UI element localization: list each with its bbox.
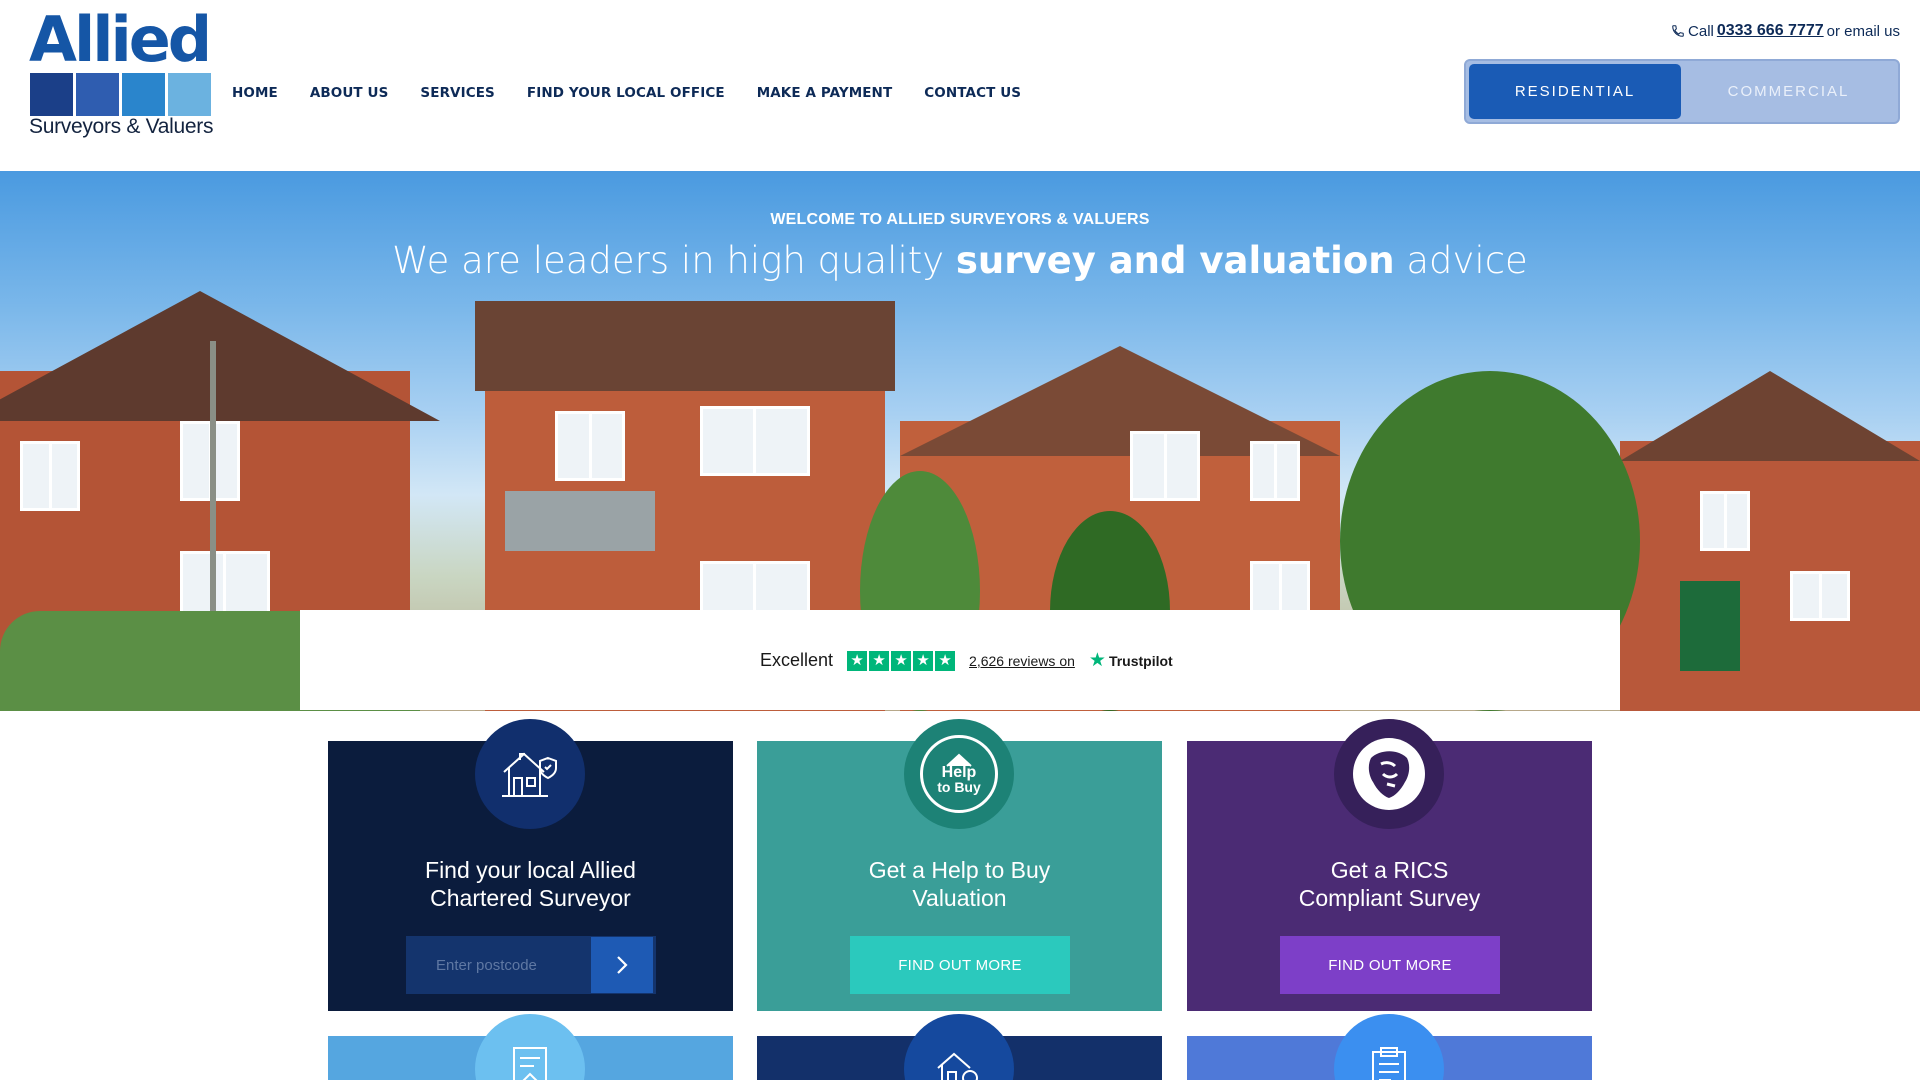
hero-headline: We are leaders in high quality survey an…	[0, 239, 1920, 282]
card-help-to-buy: Help to Buy Get a Help to Buy Valuation …	[757, 719, 1162, 1011]
nav-make-payment[interactable]: MAKE A PAYMENT	[757, 85, 893, 101]
sector-toggle: RESIDENTIAL COMMERCIAL	[1464, 59, 1900, 124]
residential-toggle-button[interactable]: RESIDENTIAL	[1469, 64, 1681, 119]
card-help-to-buy-title-line1: Get a Help to Buy	[868, 857, 1051, 883]
card-rics-survey-icon-circle	[1334, 719, 1444, 829]
logo-wordmark: Allied	[29, 3, 212, 76]
help-to-buy-badge-line2: to Buy	[937, 779, 981, 795]
card-row2-2[interactable]	[757, 1014, 1162, 1080]
rics-lion-icon	[1353, 738, 1425, 810]
card-row2-1[interactable]	[328, 1014, 733, 1080]
trustpilot-stars: ★ ★ ★ ★ ★	[847, 650, 956, 671]
contact-info: Call 0333 666 7777 or email us	[1671, 22, 1900, 40]
card-row2-2-icon-circle	[904, 1014, 1014, 1080]
postcode-input[interactable]	[406, 936, 591, 994]
card-find-surveyor-title-line2: Chartered Surveyor	[430, 885, 631, 911]
house-search-icon	[937, 1052, 978, 1080]
card-row2-3[interactable]	[1187, 1014, 1592, 1080]
document-house-icon	[513, 1047, 547, 1080]
contact-prefix: Call	[1688, 22, 1714, 40]
help-to-buy-badge-icon: Help to Buy	[920, 735, 998, 813]
hero-kicker: WELCOME TO ALLIED SURVEYORS & VALUERS	[770, 211, 1150, 228]
house-shield-icon	[502, 752, 557, 797]
card-rics-survey: Get a RICS Compliant Survey FIND OUT MOR…	[1187, 719, 1592, 1011]
commercial-toggle-button[interactable]: COMMERCIAL	[1681, 64, 1896, 119]
star-icon: ★	[869, 650, 890, 671]
help-to-buy-badge-line1: Help	[941, 764, 977, 781]
star-icon: ★	[847, 650, 868, 671]
phone-icon	[1672, 25, 1684, 37]
trustpilot-widget[interactable]: Excellent ★ ★ ★ ★ ★ 2,626 reviews on ★ Tr…	[760, 649, 1173, 672]
star-icon: ★	[891, 650, 912, 671]
trustpilot-reviews-link[interactable]: 2,626 reviews on	[969, 653, 1075, 669]
nav-about-us[interactable]: ABOUT US	[310, 85, 389, 101]
trustpilot-star-icon: ★	[1088, 650, 1106, 671]
help-to-buy-find-out-more-button[interactable]: FIND OUT MORE	[850, 936, 1070, 994]
card-help-to-buy-title: Get a Help to Buy Valuation	[757, 856, 1162, 912]
chevron-right-icon	[617, 956, 628, 974]
card-find-surveyor-icon-circle	[475, 719, 585, 829]
card-find-surveyor: Find your local Allied Chartered Surveyo…	[328, 719, 733, 1011]
nav-contact-us[interactable]: CONTACT US	[924, 85, 1021, 101]
postcode-search	[406, 936, 656, 994]
nav-find-local-office[interactable]: FIND YOUR LOCAL OFFICE	[527, 85, 725, 101]
card-rics-survey-title-line1: Get a RICS	[1330, 857, 1449, 883]
logo-square-3	[122, 73, 165, 116]
trustpilot-brand: Trustpilot	[1108, 652, 1173, 669]
logo[interactable]: Allied Surveyors & Valuers	[29, 9, 219, 140]
card-rics-survey-title: Get a RICS Compliant Survey	[1187, 856, 1592, 912]
phone-link[interactable]: 0333 666 7777	[1717, 22, 1824, 40]
nav-services[interactable]: SERVICES	[420, 85, 494, 101]
card-row2-3-icon-circle	[1334, 1014, 1444, 1080]
logo-square-4	[168, 73, 211, 116]
logo-square-1	[30, 73, 73, 116]
hero-headline-post: advice	[1406, 239, 1528, 282]
contact-suffix[interactable]: or email us	[1827, 23, 1900, 40]
card-help-to-buy-title-line2: Valuation	[912, 885, 1007, 911]
postcode-submit-button[interactable]	[591, 937, 653, 993]
trustpilot-logo[interactable]: ★ Trustpilot	[1089, 649, 1173, 672]
site-header: Allied Surveyors & Valuers HOME ABOUT US…	[0, 0, 1920, 171]
logo-squares	[30, 73, 211, 116]
trustpilot-rating-word: Excellent	[760, 650, 834, 670]
card-help-to-buy-icon-circle: Help to Buy	[904, 719, 1014, 829]
logo-tagline: Surveyors & Valuers	[29, 115, 214, 138]
star-icon: ★	[935, 650, 956, 671]
main-nav: HOME ABOUT US SERVICES FIND YOUR LOCAL O…	[232, 85, 1021, 101]
clipboard-icon	[1372, 1047, 1406, 1080]
card-find-surveyor-title: Find your local Allied Chartered Surveyo…	[328, 856, 733, 912]
card-row2-1-icon-circle	[475, 1014, 585, 1080]
card-find-surveyor-title-line1: Find your local Allied	[425, 857, 636, 883]
rics-find-out-more-button[interactable]: FIND OUT MORE	[1280, 936, 1500, 994]
hero-headline-bold: survey and valuation	[955, 239, 1395, 282]
logo-square-2	[76, 73, 119, 116]
nav-home[interactable]: HOME	[232, 85, 278, 101]
hero-headline-pre: We are leaders in high quality	[392, 239, 945, 282]
star-icon: ★	[913, 650, 934, 671]
card-rics-survey-title-line2: Compliant Survey	[1298, 885, 1481, 911]
